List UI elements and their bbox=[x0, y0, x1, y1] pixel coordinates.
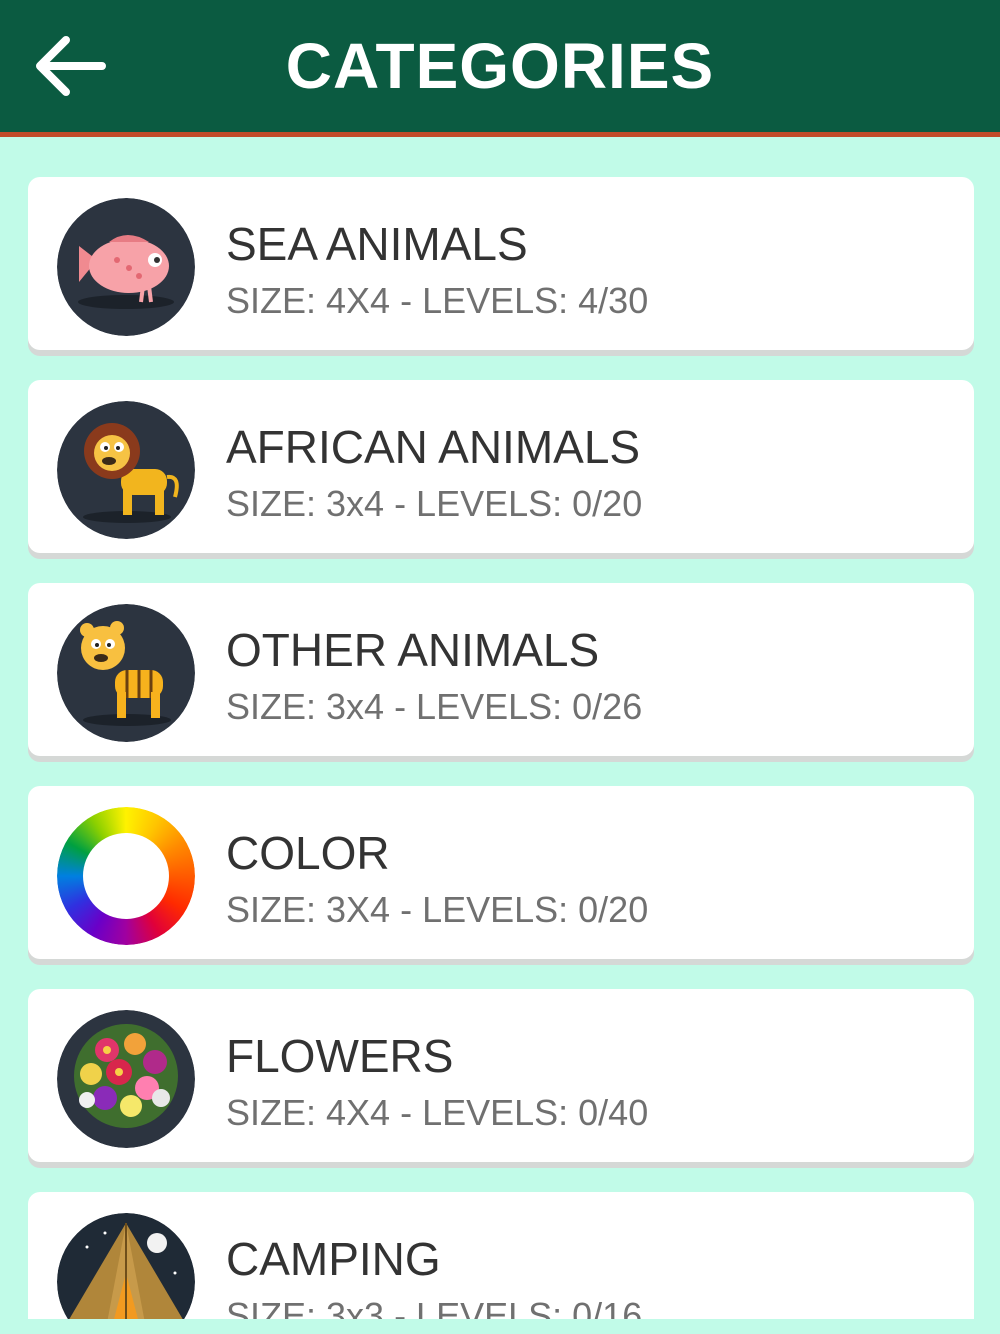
category-card-color[interactable]: COLOR SIZE: 3X4 - LEVELS: 0/20 bbox=[28, 786, 974, 959]
category-subtitle: SIZE: 4X4 - LEVELS: 0/40 bbox=[226, 1092, 649, 1133]
category-title: CAMPING bbox=[226, 1233, 441, 1285]
category-card-african-animals[interactable]: AFRICAN ANIMALS SIZE: 3x4 - LEVELS: 0/20 bbox=[28, 380, 974, 553]
category-title: OTHER ANIMALS bbox=[226, 624, 600, 676]
category-title: AFRICAN ANIMALS bbox=[226, 421, 641, 473]
category-card-sea-animals[interactable]: SEA ANIMALS SIZE: 4X4 - LEVELS: 4/30 bbox=[28, 177, 974, 350]
category-title: SEA ANIMALS bbox=[226, 218, 528, 270]
category-card-other-animals[interactable]: OTHER ANIMALS SIZE: 3x4 - LEVELS: 0/26 bbox=[28, 583, 974, 756]
lion-icon bbox=[57, 401, 195, 539]
category-card-flowers[interactable]: FLOWERS SIZE: 4X4 - LEVELS: 0/40 bbox=[28, 989, 974, 1162]
category-subtitle: SIZE: 3x3 - LEVELS: 0/16 bbox=[226, 1295, 643, 1319]
tiger-icon bbox=[57, 604, 195, 742]
category-subtitle: SIZE: 3x4 - LEVELS: 0/20 bbox=[226, 483, 643, 524]
category-title: COLOR bbox=[226, 827, 390, 879]
flowers-icon bbox=[57, 1010, 195, 1148]
fish-icon bbox=[57, 198, 195, 336]
category-card-camping[interactable]: CAMPING SIZE: 3x3 - LEVELS: 0/16 bbox=[28, 1192, 974, 1319]
page-title: CATEGORIES bbox=[285, 30, 715, 102]
category-subtitle: SIZE: 4X4 - LEVELS: 4/30 bbox=[226, 280, 649, 321]
color-wheel-icon bbox=[57, 807, 195, 945]
category-subtitle: SIZE: 3X4 - LEVELS: 0/20 bbox=[226, 889, 649, 930]
category-list[interactable]: SEA ANIMALS SIZE: 4X4 - LEVELS: 4/30 AFR… bbox=[28, 177, 974, 1319]
category-subtitle: SIZE: 3x4 - LEVELS: 0/26 bbox=[226, 686, 643, 727]
tent-icon bbox=[57, 1213, 195, 1319]
category-title: FLOWERS bbox=[226, 1030, 454, 1082]
app-header: CATEGORIES bbox=[0, 0, 1000, 137]
